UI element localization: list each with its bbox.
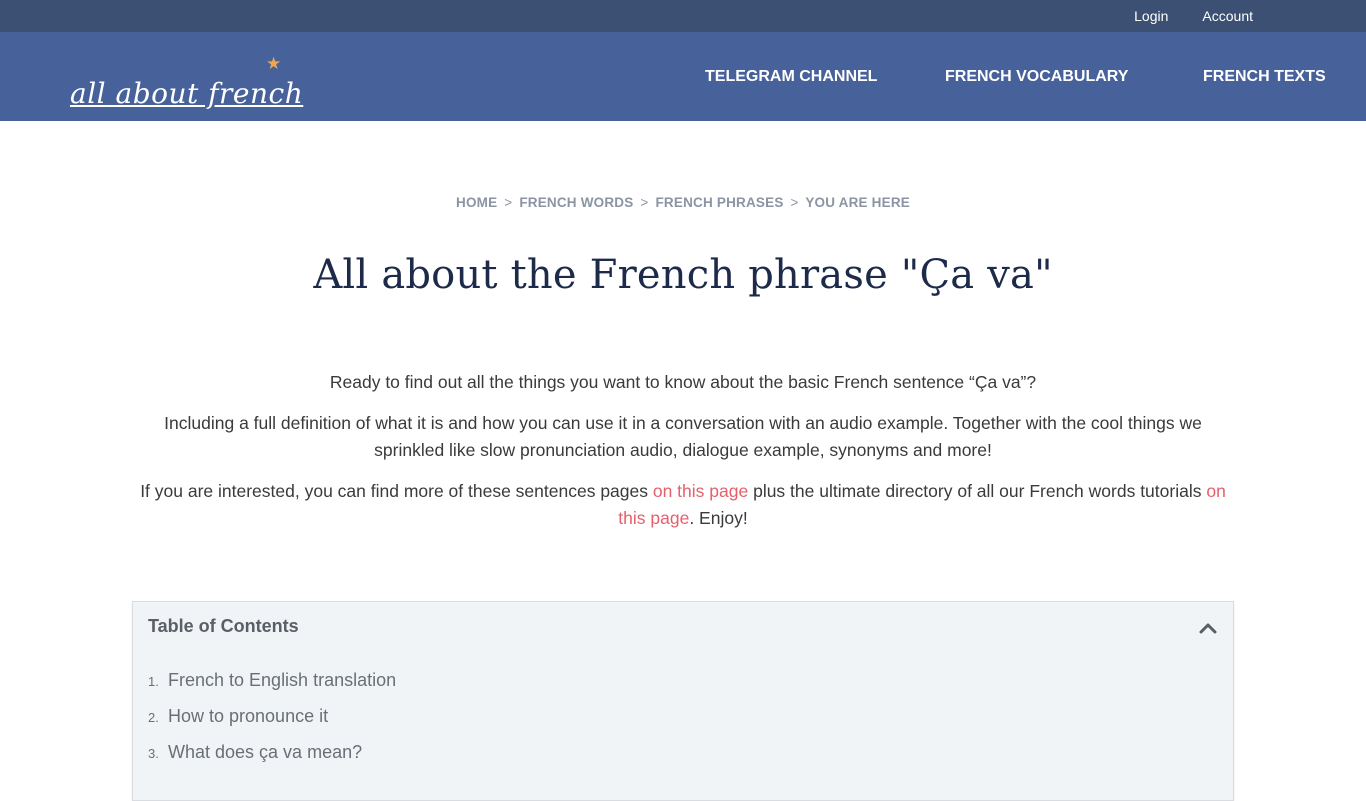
- top-utility-bar: Login Account: [0, 0, 1366, 32]
- intro-text-segment: . Enjoy!: [689, 508, 748, 528]
- toc-item: 3. What does ça va mean?: [148, 742, 396, 778]
- intro-text-segment: plus the ultimate directory of all our F…: [748, 481, 1207, 501]
- toc-item-number: 3.: [148, 746, 159, 761]
- nav-telegram-channel[interactable]: TELEGRAM CHANNEL: [705, 68, 877, 86]
- toc-link[interactable]: How to pronounce it: [168, 706, 328, 727]
- toc-item: 1. French to English translation: [148, 670, 396, 706]
- breadcrumb-french-words[interactable]: FRENCH WORDS: [519, 195, 633, 210]
- star-icon: ★: [266, 54, 282, 73]
- nav-french-texts[interactable]: FRENCH TEXTS: [1203, 68, 1326, 86]
- intro-paragraph-2: Including a full definition of what it i…: [164, 413, 1202, 460]
- chevron-up-icon[interactable]: [1199, 620, 1217, 636]
- nav-french-vocabulary[interactable]: FRENCH VOCABULARY: [945, 68, 1128, 86]
- table-of-contents: Table of Contents 1. French to English t…: [132, 601, 1234, 801]
- site-logo[interactable]: all about french: [70, 80, 303, 108]
- intro-paragraph-3: If you are interested, you can find more…: [140, 478, 1226, 532]
- toc-item-number: 2.: [148, 710, 159, 725]
- toc-link[interactable]: French to English translation: [168, 670, 396, 691]
- toc-list: 1. French to English translation 2. How …: [148, 670, 396, 778]
- breadcrumb-separator: >: [790, 195, 799, 210]
- breadcrumb-home[interactable]: HOME: [456, 195, 497, 210]
- account-link[interactable]: Account: [1202, 8, 1253, 24]
- breadcrumb-separator: >: [640, 195, 649, 210]
- breadcrumb-french-phrases[interactable]: FRENCH PHRASES: [655, 195, 783, 210]
- intro-text: Ready to find out all the things you wan…: [140, 369, 1226, 546]
- breadcrumb: HOME > FRENCH WORDS > FRENCH PHRASES > Y…: [0, 195, 1366, 210]
- toc-title: Table of Contents: [148, 616, 299, 636]
- breadcrumb-current: YOU ARE HERE: [805, 195, 910, 210]
- page-title: All about the French phrase "Ça va": [313, 252, 1053, 298]
- toc-item: 2. How to pronounce it: [148, 706, 396, 742]
- intro-text-segment: If you are interested, you can find more…: [140, 481, 653, 501]
- toc-item-number: 1.: [148, 674, 159, 689]
- login-link[interactable]: Login: [1134, 8, 1168, 24]
- main-navigation: all about french ★ TELEGRAM CHANNEL FREN…: [0, 32, 1366, 121]
- intro-paragraph-1: Ready to find out all the things you wan…: [329, 372, 1037, 392]
- toc-link[interactable]: What does ça va mean?: [168, 742, 362, 763]
- breadcrumb-separator: >: [504, 195, 513, 210]
- sentences-page-link[interactable]: on this page: [653, 481, 748, 501]
